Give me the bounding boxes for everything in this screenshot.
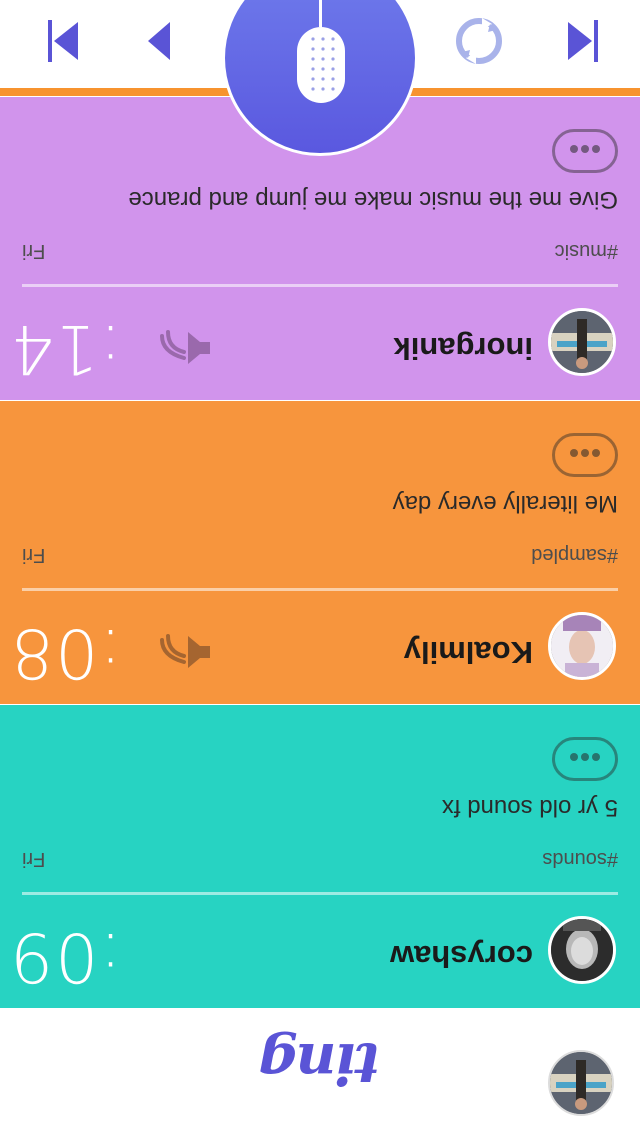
dot-icon bbox=[581, 145, 589, 153]
skip-to-start-icon bbox=[48, 20, 78, 62]
dot-icon bbox=[581, 753, 589, 761]
more-options-button[interactable] bbox=[552, 737, 618, 781]
record-button[interactable] bbox=[222, 0, 418, 156]
avatar-photo-icon bbox=[551, 919, 613, 981]
speaker-icon[interactable] bbox=[152, 630, 212, 670]
app-screen: ting coryshaw :09 #sounds Fri 5 yr old s… bbox=[0, 0, 640, 1136]
skip-to-start-button[interactable] bbox=[44, 16, 84, 66]
user-avatar[interactable] bbox=[548, 612, 616, 680]
caption: 5 yr old sound fx bbox=[441, 794, 618, 821]
dot-icon bbox=[592, 145, 600, 153]
card-header: coryshaw :09 bbox=[0, 901, 640, 1008]
card-divider bbox=[22, 588, 618, 591]
avatar-photo-icon bbox=[551, 615, 613, 677]
dot-icon bbox=[581, 449, 589, 457]
more-options-button[interactable] bbox=[552, 433, 618, 477]
avatar-photo-icon bbox=[550, 1052, 612, 1114]
avatar-photo-icon bbox=[551, 311, 613, 373]
hashtag[interactable]: #music bbox=[555, 239, 618, 262]
user-avatar[interactable] bbox=[548, 308, 616, 376]
caption: Me literally every day bbox=[392, 490, 618, 517]
dot-icon bbox=[570, 753, 578, 761]
app-logo: ting bbox=[250, 1006, 390, 1096]
speaker-icon[interactable] bbox=[152, 326, 212, 366]
dot-icon bbox=[592, 753, 600, 761]
previous-icon bbox=[148, 22, 170, 60]
dot-icon bbox=[570, 145, 578, 153]
card-header: Koalmily :08 bbox=[0, 597, 640, 704]
card-divider bbox=[22, 284, 618, 287]
hashtag[interactable]: #sampled bbox=[531, 543, 618, 566]
card-divider bbox=[22, 892, 618, 895]
post-day: Fri bbox=[22, 544, 46, 566]
feed-card[interactable]: Koalmily :08 #sampled Fri Me literally e… bbox=[0, 401, 640, 704]
hashtag[interactable]: #sounds bbox=[542, 847, 618, 870]
duration: :09 bbox=[9, 917, 122, 996]
microphone-icon bbox=[297, 0, 345, 103]
more-options-button[interactable] bbox=[552, 129, 618, 173]
sound-wave-speaker-icon bbox=[160, 330, 210, 364]
header-bar: ting bbox=[0, 1008, 640, 1136]
username[interactable]: Koalmily bbox=[404, 634, 533, 670]
logo-text: ting bbox=[260, 1030, 380, 1096]
post-day: Fri bbox=[22, 240, 46, 262]
dot-icon bbox=[592, 449, 600, 457]
caption: Give me the music make me jump and pranc… bbox=[128, 186, 618, 213]
card-header: inorganik :14 bbox=[0, 293, 640, 400]
username[interactable]: inorganik bbox=[393, 330, 533, 366]
skip-to-end-button[interactable] bbox=[560, 16, 600, 66]
refresh-icon bbox=[456, 18, 502, 64]
username[interactable]: coryshaw bbox=[390, 938, 533, 974]
duration: :08 bbox=[9, 613, 122, 692]
my-profile-avatar[interactable] bbox=[548, 1050, 614, 1116]
post-day: Fri bbox=[22, 848, 46, 870]
refresh-button[interactable] bbox=[452, 16, 506, 66]
user-avatar[interactable] bbox=[548, 916, 616, 984]
duration: :14 bbox=[9, 309, 122, 388]
sound-wave-speaker-icon bbox=[160, 634, 210, 668]
previous-button[interactable] bbox=[140, 16, 180, 66]
skip-to-end-icon bbox=[568, 20, 598, 62]
dot-icon bbox=[570, 449, 578, 457]
feed-card[interactable]: coryshaw :09 #sounds Fri 5 yr old sound … bbox=[0, 705, 640, 1008]
